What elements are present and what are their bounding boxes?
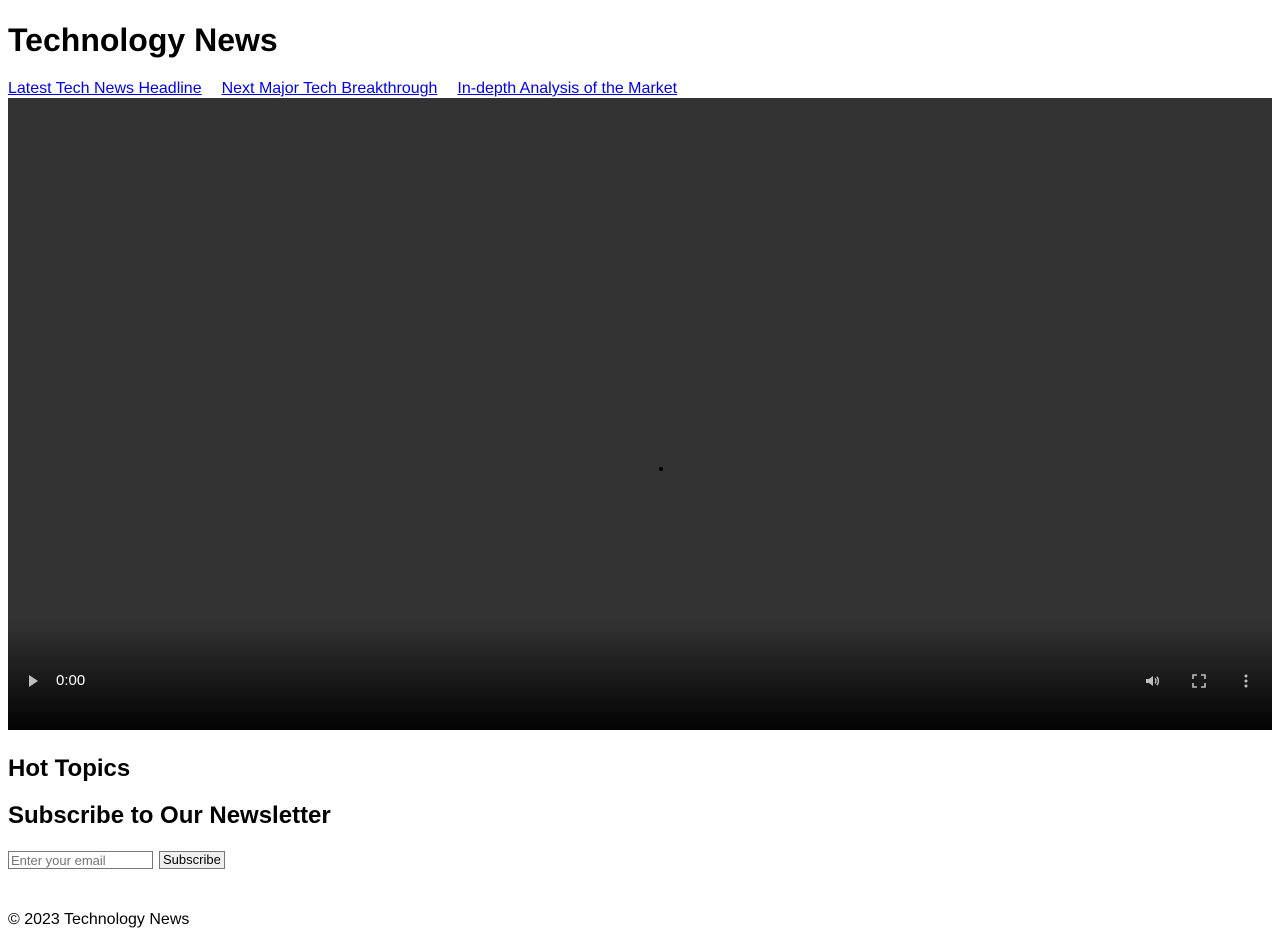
main-nav: Latest Tech News Headline Next Major Tec…	[8, 79, 677, 99]
play-icon	[28, 675, 38, 687]
video-player[interactable]: 0:00	[8, 98, 1272, 730]
fullscreen-icon	[1192, 674, 1206, 688]
more-options-icon	[1244, 674, 1248, 688]
volume-icon	[1146, 676, 1160, 686]
newsletter-heading: Subscribe to Our Newsletter	[8, 802, 331, 829]
footer-copyright: © 2023 Technology News	[8, 911, 190, 928]
subscribe-button[interactable]: Subscribe	[159, 851, 225, 869]
video-time: 0:00	[56, 672, 86, 689]
video-controls-overlay	[8, 620, 1272, 730]
page-title: Technology News	[8, 22, 278, 58]
nav-link-breakthrough[interactable]: Next Major Tech Breakthrough	[222, 79, 438, 99]
nav-link-market-analysis[interactable]: In-depth Analysis of the Market	[457, 79, 677, 99]
play-button[interactable]	[22, 672, 44, 690]
more-options-button[interactable]	[1236, 672, 1256, 690]
loading-indicator	[659, 467, 663, 471]
volume-button[interactable]	[1142, 672, 1162, 690]
hot-topics-heading: Hot Topics	[8, 755, 131, 782]
fullscreen-button[interactable]	[1188, 672, 1210, 690]
nav-link-latest-news[interactable]: Latest Tech News Headline	[8, 79, 202, 99]
email-input[interactable]	[8, 851, 153, 869]
